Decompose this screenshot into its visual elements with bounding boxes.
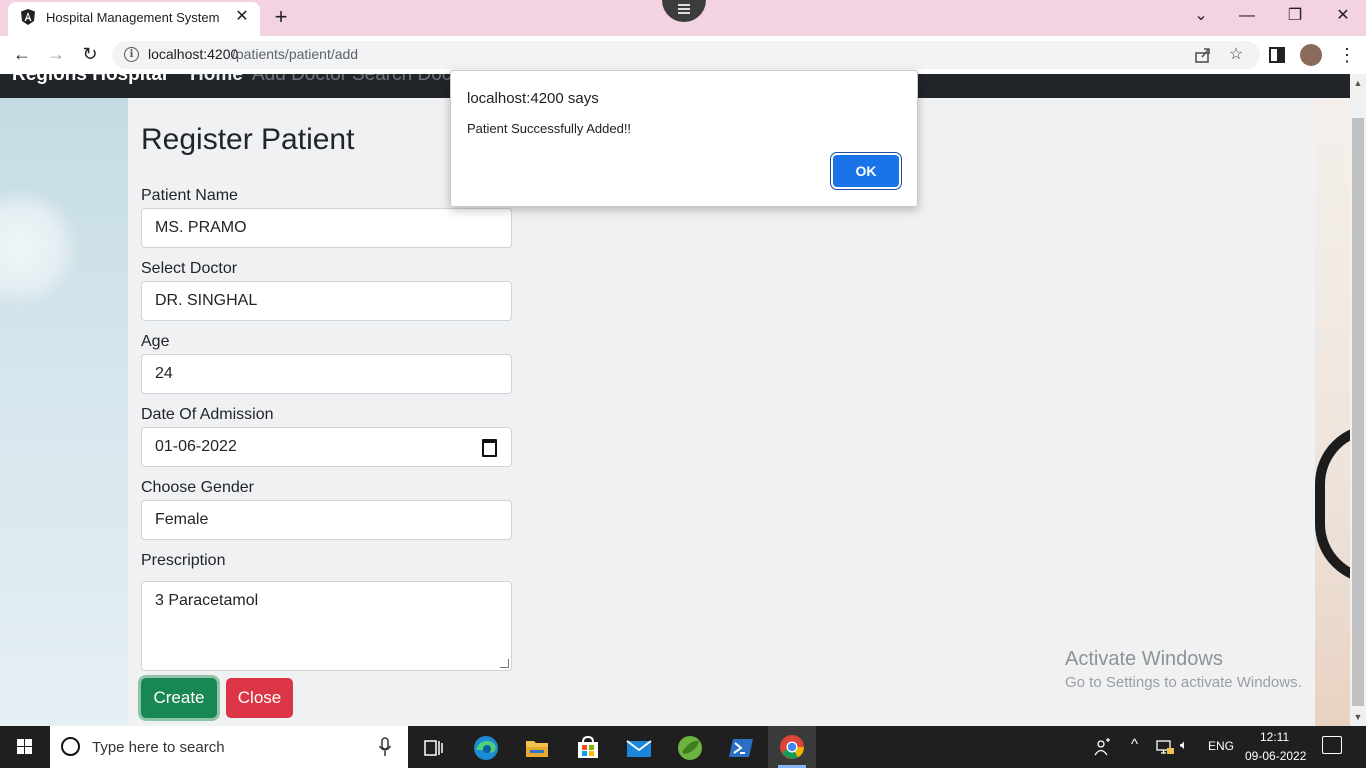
- activate-windows-subtitle: Go to Settings to activate Windows.: [1065, 674, 1302, 691]
- nav-add-doctor-link[interactable]: Add Doctor: [252, 74, 347, 86]
- reload-icon[interactable]: ↻: [78, 42, 102, 66]
- choose-gender-value: Female: [155, 511, 209, 528]
- cortana-circle-icon: [61, 737, 80, 756]
- scrollbar-thumb[interactable]: [1352, 118, 1364, 706]
- microphone-icon[interactable]: [378, 737, 392, 757]
- choose-gender-input[interactable]: Female: [141, 500, 512, 540]
- page-title: Register Patient: [141, 123, 355, 156]
- profile-avatar[interactable]: [1300, 44, 1322, 66]
- select-doctor-input[interactable]: DR. SINGHAL: [141, 281, 512, 321]
- tab-title: Hospital Management System: [46, 10, 220, 25]
- clock-date[interactable]: 09-06-2022: [1245, 749, 1306, 763]
- side-panel-icon[interactable]: [1267, 45, 1287, 65]
- edge-browser-icon[interactable]: [468, 730, 504, 766]
- back-arrow-icon[interactable]: ←: [10, 42, 34, 66]
- window-close-button[interactable]: ✕: [1328, 4, 1358, 28]
- nav-home-link[interactable]: Home: [190, 74, 243, 86]
- activate-windows-title: Activate Windows: [1065, 648, 1223, 670]
- windows-start-icon[interactable]: [0, 726, 50, 768]
- taskbar-search-placeholder: Type here to search: [92, 739, 225, 756]
- restore-button[interactable]: ❐: [1280, 4, 1310, 28]
- alert-title: localhost:4200 says: [467, 90, 599, 107]
- close-button[interactable]: Close: [226, 678, 293, 718]
- volume-icon[interactable]: 🔈︎: [1180, 737, 1188, 753]
- new-tab-button[interactable]: +: [270, 5, 292, 29]
- notification-icon[interactable]: [1322, 736, 1342, 754]
- tray-chevron-up-icon[interactable]: ^: [1131, 736, 1138, 753]
- select-doctor-value: DR. SINGHAL: [155, 292, 258, 309]
- scroll-up-arrow-icon[interactable]: ▲: [1350, 76, 1366, 90]
- language-indicator[interactable]: ENG: [1208, 739, 1234, 753]
- microsoft-store-icon[interactable]: [570, 730, 606, 766]
- date-of-admission-value: 01-06-2022: [155, 438, 237, 455]
- forward-arrow-icon[interactable]: →: [44, 42, 68, 66]
- prescription-label: Prescription: [141, 552, 226, 569]
- patient-name-input[interactable]: MS. PRAMO: [141, 208, 512, 248]
- more-menu-icon[interactable]: ⋮: [1338, 44, 1356, 66]
- resize-handle-icon[interactable]: [500, 659, 509, 668]
- task-view-icon[interactable]: [415, 730, 451, 766]
- url-path: /patients/patient/add: [232, 46, 359, 62]
- chrome-taskbar-button[interactable]: [768, 726, 816, 768]
- network-icon[interactable]: [1155, 739, 1175, 755]
- background-image-left: [0, 98, 128, 726]
- file-explorer-icon[interactable]: [519, 730, 555, 766]
- alert-ok-button[interactable]: OK: [833, 155, 899, 187]
- angular-icon: [21, 9, 35, 25]
- select-doctor-label: Select Doctor: [141, 260, 238, 277]
- mail-icon[interactable]: [621, 730, 657, 766]
- alert-message: Patient Successfully Added!!: [467, 121, 632, 136]
- prescription-textarea[interactable]: 3 Paracetamol: [141, 581, 512, 671]
- tab-close-icon[interactable]: ✕: [232, 6, 252, 28]
- background-image-right: [1315, 98, 1350, 726]
- spring-tools-icon[interactable]: [672, 730, 708, 766]
- patient-name-value: MS. PRAMO: [155, 219, 247, 236]
- tab-search-chevron-icon[interactable]: ⌄: [1186, 4, 1216, 28]
- people-icon[interactable]: [1093, 738, 1113, 756]
- prescription-value: 3 Paracetamol: [155, 592, 259, 609]
- patient-name-label: Patient Name: [141, 187, 238, 204]
- site-info-icon[interactable]: i: [124, 47, 139, 62]
- create-button[interactable]: Create: [141, 678, 217, 718]
- age-input[interactable]: 24: [141, 354, 512, 394]
- scroll-down-arrow-icon[interactable]: ▼: [1350, 710, 1366, 724]
- choose-gender-label: Choose Gender: [141, 479, 254, 496]
- url-host: localhost:4200: [148, 46, 239, 62]
- powershell-icon[interactable]: [723, 730, 759, 766]
- date-of-admission-label: Date Of Admission: [141, 406, 274, 423]
- age-value: 24: [155, 365, 173, 382]
- date-of-admission-input[interactable]: 01-06-2022: [141, 427, 512, 467]
- clock-time[interactable]: 12:11: [1260, 730, 1289, 744]
- age-label: Age: [141, 333, 170, 350]
- navbar-brand[interactable]: Regions Hospital: [12, 74, 167, 86]
- minimize-button[interactable]: —: [1232, 4, 1262, 28]
- share-icon[interactable]: [1193, 45, 1213, 65]
- chrome-icon: [780, 735, 804, 759]
- calendar-icon[interactable]: [482, 439, 497, 457]
- bookmark-star-icon[interactable]: ☆: [1226, 45, 1246, 65]
